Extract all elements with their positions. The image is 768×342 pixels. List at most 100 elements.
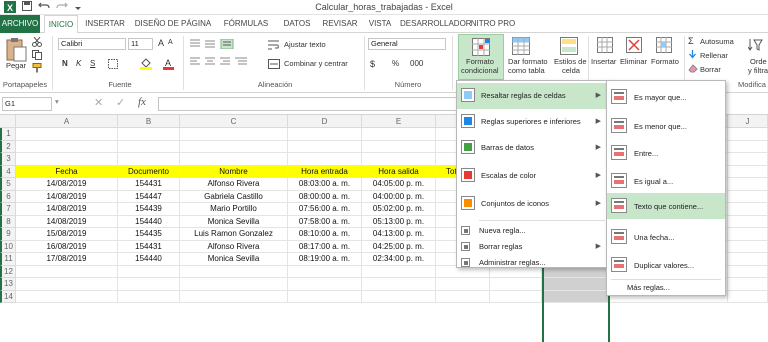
- column-header[interactable]: B: [118, 115, 180, 128]
- tab-6[interactable]: REVISAR: [320, 15, 360, 33]
- table-row-cell[interactable]: 07:58:00 a. m.: [288, 215, 362, 228]
- format-painter-icon[interactable]: [32, 63, 42, 75]
- cell[interactable]: [118, 290, 180, 303]
- table-row-cell[interactable]: 08:10:00 a. m.: [288, 228, 362, 241]
- insert-function-icon[interactable]: fx: [138, 96, 146, 108]
- number-format-select[interactable]: General: [368, 38, 446, 50]
- align-top-icon[interactable]: [190, 38, 234, 51]
- format-as-table-label-2[interactable]: como tabla: [508, 66, 545, 75]
- cell[interactable]: [288, 265, 362, 278]
- tab-9[interactable]: NITRO PRO: [470, 15, 516, 33]
- table-row-cell[interactable]: Luis Ramon Gonzalez: [180, 228, 288, 241]
- table-row-cell[interactable]: 08:19:00 a. m.: [288, 253, 362, 266]
- currency-button[interactable]: $: [370, 59, 375, 69]
- cf-menu-item[interactable]: Nueva regla...: [457, 223, 607, 239]
- merge-center-button[interactable]: Combinar y centrar: [284, 59, 348, 68]
- cell[interactable]: [728, 290, 768, 303]
- cell[interactable]: [118, 278, 180, 291]
- sort-filter-icon[interactable]: [747, 37, 764, 55]
- tab-3[interactable]: DISEÑO DE PÁGINA: [132, 15, 214, 33]
- cell[interactable]: [16, 278, 118, 291]
- select-all-corner[interactable]: [0, 115, 16, 128]
- cf-menu-item[interactable]: Borrar reglas ▶: [457, 239, 607, 255]
- sort-label-1[interactable]: Orde: [750, 57, 767, 66]
- table-row-cell[interactable]: 154440: [118, 215, 180, 228]
- delete-cells-icon[interactable]: [626, 37, 642, 55]
- format-cells-label[interactable]: Formato: [651, 57, 679, 66]
- font-color-icon[interactable]: A: [163, 57, 175, 72]
- table-row-cell[interactable]: 04:00:00 p. m.: [362, 190, 436, 203]
- cf-menu-item[interactable]: Barras de datos ▶: [457, 135, 607, 161]
- bold-button[interactable]: N: [62, 59, 68, 68]
- table-row-cell[interactable]: 05:02:00 p. m.: [362, 203, 436, 216]
- cell[interactable]: [118, 128, 180, 141]
- cut-icon[interactable]: [32, 36, 42, 49]
- delete-cells-label[interactable]: Eliminar: [620, 57, 647, 66]
- row-header[interactable]: 14: [0, 290, 16, 303]
- row-header[interactable]: 4: [0, 165, 16, 178]
- table-row-cell[interactable]: 02:34:00 p. m.: [362, 253, 436, 266]
- column-header[interactable]: J: [728, 115, 768, 128]
- cf-menu-item[interactable]: Reglas superiores e inferiores ▶: [457, 109, 607, 135]
- cell[interactable]: [118, 265, 180, 278]
- cell[interactable]: [180, 153, 288, 166]
- cell[interactable]: [490, 278, 542, 291]
- wrap-text-button[interactable]: Ajustar texto: [284, 40, 326, 49]
- column-header[interactable]: A: [16, 115, 118, 128]
- confirm-entry-icon[interactable]: ✓: [116, 96, 125, 109]
- table-row-cell[interactable]: 08:17:00 a. m.: [288, 240, 362, 253]
- table-row-cell[interactable]: 16/08/2019: [16, 240, 118, 253]
- table-row-cell[interactable]: 04:05:00 p. m.: [362, 178, 436, 191]
- cell[interactable]: [16, 140, 118, 153]
- row-header[interactable]: 1: [0, 128, 16, 141]
- tab-2[interactable]: INSERTAR: [82, 15, 128, 33]
- cell[interactable]: [728, 165, 768, 178]
- table-row-cell[interactable]: 07:56:00 a. m.: [288, 203, 362, 216]
- table-row-cell[interactable]: 154435: [118, 228, 180, 241]
- table-row-cell[interactable]: 14/08/2019: [16, 203, 118, 216]
- highlight-rule-item[interactable]: Es mayor que...: [607, 84, 725, 110]
- table-header-cell[interactable]: Documento: [118, 165, 180, 178]
- autosum-icon[interactable]: Σ: [688, 36, 694, 46]
- cell[interactable]: [16, 128, 118, 141]
- cell[interactable]: [288, 128, 362, 141]
- row-header[interactable]: 2: [0, 140, 16, 153]
- formula-input[interactable]: [158, 97, 458, 111]
- table-header-cell[interactable]: Hora salida: [362, 165, 436, 178]
- italic-button[interactable]: K: [76, 59, 81, 68]
- cf-menu-item[interactable]: Conjuntos de iconos ▶: [457, 191, 607, 217]
- paste-label[interactable]: Pegar: [6, 61, 26, 70]
- insert-cells-icon[interactable]: [597, 37, 613, 55]
- cell[interactable]: [118, 153, 180, 166]
- table-row-cell[interactable]: 04:13:00 p. m.: [362, 228, 436, 241]
- font-name-select[interactable]: Calibri: [58, 38, 126, 50]
- cell[interactable]: [436, 278, 490, 291]
- tab-8[interactable]: DESARROLLADOR: [400, 15, 472, 33]
- cell[interactable]: [16, 290, 118, 303]
- column-header[interactable]: C: [180, 115, 288, 128]
- row-header[interactable]: 7: [0, 203, 16, 216]
- cell[interactable]: [180, 128, 288, 141]
- format-as-table-label-1[interactable]: Dar formato: [508, 57, 548, 66]
- column-header[interactable]: D: [288, 115, 362, 128]
- cell-styles-label-1[interactable]: Estilos de: [554, 57, 587, 66]
- cell[interactable]: [180, 290, 288, 303]
- fill-button[interactable]: Rellenar: [700, 51, 728, 60]
- tab-1[interactable]: INICIO: [44, 15, 78, 34]
- clear-button[interactable]: Borrar: [700, 65, 721, 74]
- paste-icon[interactable]: [5, 37, 27, 63]
- insert-cells-label[interactable]: Insertar: [591, 57, 616, 66]
- table-row-cell[interactable]: Mario Portillo: [180, 203, 288, 216]
- highlight-rule-item[interactable]: Es igual a...: [607, 168, 725, 194]
- format-as-table-icon[interactable]: [512, 37, 530, 57]
- row-header[interactable]: 3: [0, 153, 16, 166]
- tab-4[interactable]: FÓRMULAS: [218, 15, 274, 33]
- tab-5[interactable]: DATOS: [278, 15, 316, 33]
- cf-menu-item[interactable]: Escalas de color ▶: [457, 163, 607, 189]
- name-box-dropdown-icon[interactable]: ▾: [55, 97, 59, 106]
- cell[interactable]: [362, 290, 436, 303]
- cell[interactable]: [728, 253, 768, 266]
- highlight-rule-item[interactable]: Entre...: [607, 140, 725, 166]
- cell[interactable]: [728, 228, 768, 241]
- table-row-cell[interactable]: 154431: [118, 178, 180, 191]
